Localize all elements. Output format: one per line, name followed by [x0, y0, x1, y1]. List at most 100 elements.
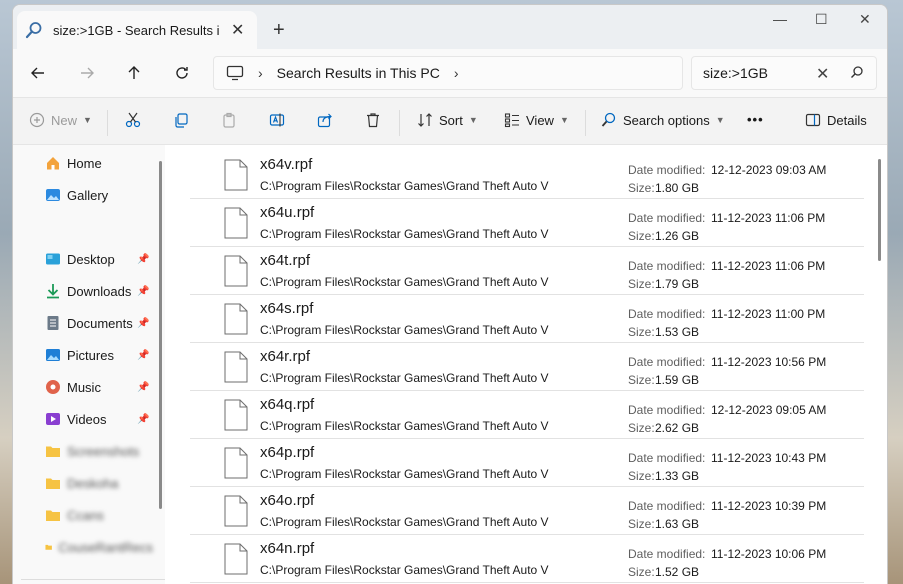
size-value: 1.33 GB	[655, 469, 700, 483]
maximize-button[interactable]: ☐	[815, 11, 828, 28]
pin-icon[interactable]: 📌	[137, 414, 149, 425]
scissors-icon	[125, 112, 141, 128]
file-row[interactable]: x64t.rpf C:\Program Files\Rockstar Games\…	[190, 247, 864, 295]
folder-icon	[45, 544, 52, 550]
pictures-icon	[46, 349, 60, 361]
minimize-button[interactable]: —	[773, 11, 787, 27]
view-list-icon	[504, 113, 519, 128]
refresh-button[interactable]	[171, 62, 193, 84]
file-row[interactable]: x64u.rpf C:\Program Files\Rockstar Games\…	[190, 199, 864, 247]
search-options-button[interactable]: Search options ▼	[601, 112, 725, 128]
sidebar-item-folder[interactable]: Deskoha	[45, 475, 153, 491]
sidebar-item-label: CouseRantRecs	[58, 539, 153, 555]
sidebar-item-folder[interactable]: CouseRantRecs	[45, 539, 153, 555]
more-options-button[interactable]: •••	[747, 112, 764, 127]
search-query[interactable]: size:>1GB	[703, 65, 768, 81]
file-name[interactable]: x64r.rpf	[260, 348, 310, 365]
file-path: C:\Program Files\Rockstar Games\Grand Th…	[260, 179, 549, 193]
sidebar-item-label: Videos	[67, 411, 107, 427]
file-row[interactable]: x64n.rpf C:\Program Files\Rockstar Games\…	[190, 535, 864, 583]
sidebar-item-label: Deskoha	[67, 475, 119, 491]
sidebar-item-music[interactable]: Music 📌	[45, 379, 153, 395]
videos-icon	[46, 413, 60, 425]
date-modified-label: Date modified:	[628, 259, 706, 273]
back-button[interactable]	[27, 62, 49, 84]
pin-icon[interactable]: 📌	[137, 350, 149, 361]
sidebar-item-folder[interactable]: Ccans	[45, 507, 153, 523]
size-label: Size:	[628, 325, 655, 339]
details-pane-button[interactable]: Details	[805, 112, 867, 128]
paste-button[interactable]	[221, 112, 243, 128]
chevron-right-icon[interactable]: ›	[454, 65, 459, 81]
computer-icon	[226, 65, 244, 81]
file-row[interactable]: x64r.rpf C:\Program Files\Rockstar Games\…	[190, 343, 864, 391]
tab-close-icon[interactable]: ✕	[231, 20, 244, 40]
sidebar-item-documents[interactable]: Documents 📌	[45, 315, 153, 331]
close-window-button[interactable]: ✕	[859, 11, 871, 28]
delete-button[interactable]	[365, 112, 387, 128]
copy-button[interactable]	[173, 112, 195, 128]
file-row[interactable]: x64p.rpf C:\Program Files\Rockstar Games\…	[190, 439, 864, 487]
date-modified-value: 12-12-2023 09:03 AM	[711, 163, 827, 177]
size-value: 1.53 GB	[655, 325, 700, 339]
file-row[interactable]: x64q.rpf C:\Program Files\Rockstar Games\…	[190, 391, 864, 439]
gallery-icon	[46, 189, 60, 201]
chevron-right-icon[interactable]: ›	[258, 65, 263, 81]
pin-icon[interactable]: 📌	[137, 254, 149, 265]
rename-button[interactable]	[269, 112, 291, 128]
file-list-scrollbar[interactable]	[878, 159, 881, 261]
clear-search-icon[interactable]: ✕	[816, 64, 829, 84]
search-input[interactable]: size:>1GB ✕	[691, 56, 877, 90]
tab-search-results[interactable]: size:>1GB - Search Results in T ✕	[17, 11, 257, 49]
sort-button[interactable]: Sort ▼	[417, 112, 478, 128]
up-button[interactable]	[123, 62, 145, 84]
file-row[interactable]: x64v.rpf C:\Program Files\Rockstar Games\…	[190, 151, 864, 199]
search-icon[interactable]	[850, 65, 864, 79]
file-path: C:\Program Files\Rockstar Games\Grand Th…	[260, 323, 549, 337]
cut-button[interactable]	[125, 112, 147, 128]
file-name[interactable]: x64t.rpf	[260, 252, 310, 269]
pin-icon[interactable]: 📌	[137, 318, 149, 329]
chevron-down-icon: ▼	[715, 115, 725, 125]
new-button[interactable]: New ▼	[29, 112, 92, 128]
file-icon	[224, 207, 248, 239]
sidebar-scrollbar[interactable]	[159, 161, 162, 509]
breadcrumb[interactable]: Search Results in This PC	[277, 65, 440, 81]
size-label: Size:	[628, 517, 655, 531]
file-row[interactable]: x64o.rpf C:\Program Files\Rockstar Games\…	[190, 487, 864, 535]
file-name[interactable]: x64n.rpf	[260, 540, 314, 557]
address-bar[interactable]: › Search Results in This PC ›	[213, 56, 683, 90]
forward-button[interactable]	[76, 62, 98, 84]
size-value: 1.26 GB	[655, 229, 700, 243]
sidebar-item-videos[interactable]: Videos 📌	[45, 411, 153, 427]
sidebar-item-pictures[interactable]: Pictures 📌	[45, 347, 153, 363]
file-name[interactable]: x64s.rpf	[260, 300, 313, 317]
sidebar-item-gallery[interactable]: Gallery	[45, 187, 153, 203]
view-button[interactable]: View ▼	[504, 112, 569, 128]
desktop-icon	[46, 253, 60, 265]
paste-icon	[223, 112, 235, 128]
file-path: C:\Program Files\Rockstar Games\Grand Th…	[260, 515, 549, 529]
details-label: Details	[827, 112, 867, 128]
share-button[interactable]	[317, 112, 339, 128]
sidebar-item-desktop[interactable]: Desktop 📌	[45, 251, 153, 267]
sidebar-item-downloads[interactable]: Downloads 📌	[45, 283, 153, 299]
chevron-down-icon: ▼	[559, 115, 569, 125]
file-name[interactable]: x64q.rpf	[260, 396, 314, 413]
new-tab-button[interactable]: +	[273, 19, 285, 42]
sidebar-item-home[interactable]: Home	[45, 155, 153, 171]
size-value: 1.80 GB	[655, 181, 700, 195]
file-icon	[224, 447, 248, 479]
sort-label: Sort	[439, 112, 463, 128]
pin-icon[interactable]: 📌	[137, 382, 149, 393]
file-name[interactable]: x64v.rpf	[260, 156, 312, 173]
rename-icon	[269, 113, 285, 127]
file-name[interactable]: x64o.rpf	[260, 492, 314, 509]
size-label: Size:	[628, 229, 655, 243]
pin-icon[interactable]: 📌	[137, 286, 149, 297]
date-modified-label: Date modified:	[628, 547, 706, 561]
file-name[interactable]: x64u.rpf	[260, 204, 314, 221]
file-name[interactable]: x64p.rpf	[260, 444, 314, 461]
sidebar-item-folder[interactable]: Screenshots	[45, 443, 153, 459]
file-row[interactable]: x64s.rpf C:\Program Files\Rockstar Games\…	[190, 295, 864, 343]
